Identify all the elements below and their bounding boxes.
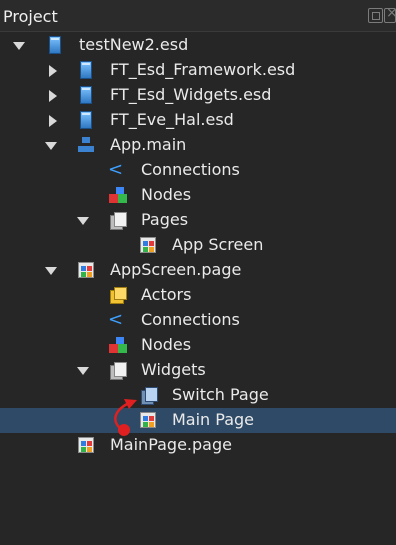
- tree-item-label: Actors: [141, 285, 192, 304]
- tree-item-label: testNew2.esd: [79, 35, 189, 54]
- pages-icon: [108, 211, 127, 230]
- expand-arrow-icon[interactable]: [77, 217, 89, 225]
- tree-item-ft-esd-widgets[interactable]: FT_Esd_Widgets.esd: [0, 83, 396, 108]
- tree-item-main-page[interactable]: Main Page: [0, 408, 396, 433]
- collapse-arrow-icon[interactable]: [49, 115, 57, 127]
- tree-item-app-main[interactable]: App.main: [0, 133, 396, 158]
- tree-item-label: Switch Page: [172, 385, 269, 404]
- tree-item-appscreen-page[interactable]: AppScreen.page: [0, 258, 396, 283]
- tree-item-label: AppScreen.page: [110, 260, 242, 279]
- tree-item-actors[interactable]: Actors: [0, 283, 396, 308]
- pages-icon: [108, 361, 127, 380]
- tree-item-nodes[interactable]: Nodes: [0, 183, 396, 208]
- screen-icon: [77, 261, 95, 279]
- tree-item-label: Connections: [141, 160, 240, 179]
- tree-item-label: App.main: [110, 135, 187, 154]
- tree-item-connections[interactable]: < Connections: [0, 158, 396, 183]
- tree-item-connections[interactable]: < Connections: [0, 308, 396, 333]
- float-panel-icon[interactable]: [368, 8, 383, 23]
- drag-link-indicator: [114, 399, 137, 436]
- collapse-arrow-icon[interactable]: [49, 90, 57, 102]
- panel-title: Project: [3, 7, 58, 26]
- tree-item-label: App Screen: [172, 235, 264, 254]
- expand-arrow-icon[interactable]: [45, 142, 57, 150]
- nodes-icon: [108, 336, 126, 354]
- tree-item-mainpage-page[interactable]: MainPage.page: [0, 433, 396, 458]
- close-panel-icon[interactable]: [384, 5, 396, 23]
- tree-item-label: FT_Eve_Hal.esd: [110, 110, 234, 129]
- esd-file-icon: [77, 61, 95, 79]
- project-panel: Project testNew2.esd FT_Esd_Framework.es…: [0, 0, 396, 545]
- esd-file-icon: [46, 36, 64, 54]
- tree-item-ft-eve-hal[interactable]: FT_Eve_Hal.esd: [0, 108, 396, 133]
- tree-item-pages[interactable]: Pages: [0, 208, 396, 233]
- screen-icon: [139, 236, 157, 254]
- tree-item-label: Connections: [141, 310, 240, 329]
- expand-arrow-icon[interactable]: [45, 267, 57, 275]
- tree-item-label: Nodes: [141, 185, 192, 204]
- actors-icon: [108, 286, 127, 304]
- tree-item-label: Main Page: [172, 410, 255, 429]
- tree-item-widgets[interactable]: Widgets: [0, 358, 396, 383]
- tree-item-label: Widgets: [141, 360, 206, 379]
- tree-item-label: Nodes: [141, 335, 192, 354]
- screen-icon: [77, 436, 95, 454]
- connections-icon: <: [108, 309, 124, 330]
- drag-anchor-icon: [118, 424, 130, 436]
- collapse-arrow-icon[interactable]: [49, 65, 57, 77]
- tree-item-ft-esd-framework[interactable]: FT_Esd_Framework.esd: [0, 58, 396, 83]
- tree-item-label: Pages: [141, 210, 189, 229]
- tree-item-app-screen[interactable]: App Screen: [0, 233, 396, 258]
- tree-item-label: FT_Esd_Widgets.esd: [110, 85, 272, 104]
- tree-item-testnew2-esd[interactable]: testNew2.esd: [0, 33, 396, 58]
- panel-titlebar: Project: [0, 0, 396, 32]
- nodes-icon: [108, 186, 126, 204]
- expand-arrow-icon[interactable]: [13, 42, 25, 50]
- app-main-icon: [77, 136, 95, 154]
- expand-arrow-icon[interactable]: [77, 367, 89, 375]
- esd-file-icon: [77, 86, 95, 104]
- tree-item-switch-page[interactable]: Switch Page: [0, 383, 396, 408]
- tree-item-label: FT_Esd_Framework.esd: [110, 60, 296, 79]
- esd-file-icon: [77, 111, 95, 129]
- tree-item-nodes[interactable]: Nodes: [0, 333, 396, 358]
- connections-icon: <: [108, 159, 124, 180]
